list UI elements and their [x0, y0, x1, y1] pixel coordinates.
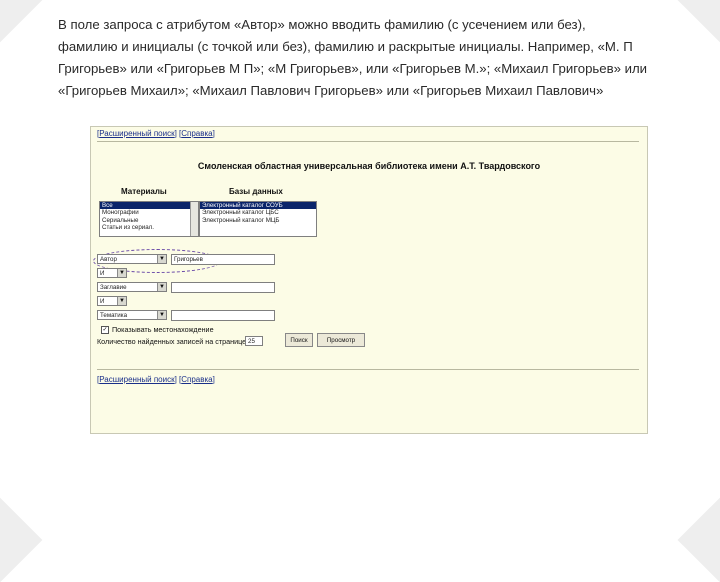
- query-input[interactable]: [171, 310, 275, 321]
- slide-paragraph: В поле запроса с атрибутом «Автор» можно…: [58, 14, 698, 102]
- show-location-row: ✓ Показывать местонахождение: [101, 325, 214, 335]
- catalog-search-screenshot: [Расширенный поиск] [Справка] Смоленская…: [90, 126, 648, 434]
- materials-listbox[interactable]: Все Монографии Сериальные Статьи из сери…: [99, 201, 199, 237]
- divider: [97, 141, 639, 142]
- paragraph-line: Григорьев» или «Григорьев М П»; «М Григо…: [58, 61, 648, 76]
- attribute-select[interactable]: Заглавие ▼: [97, 282, 167, 292]
- attribute-select[interactable]: Автор ▼: [97, 254, 167, 264]
- databases-header: Базы данных: [229, 187, 283, 196]
- count-label: Количество найденных записей на странице: [97, 337, 247, 346]
- logic-select[interactable]: И ▼: [97, 268, 127, 278]
- show-location-checkbox[interactable]: ✓: [101, 326, 109, 335]
- help-link[interactable]: Справка: [181, 375, 212, 384]
- paragraph-line: В поле запроса с атрибутом «Автор» можно…: [58, 17, 586, 32]
- list-item[interactable]: Статьи из сериал.: [100, 224, 198, 231]
- select-value: Заглавие: [100, 284, 127, 291]
- extended-search-link[interactable]: Расширенный поиск: [99, 129, 174, 138]
- top-nav: [Расширенный поиск] [Справка]: [97, 129, 215, 138]
- input-value: Григорьев: [174, 256, 203, 263]
- corner-decoration: [0, 0, 43, 43]
- list-item[interactable]: Электронный каталог СОУБ: [200, 202, 316, 210]
- databases-listbox[interactable]: Электронный каталог СОУБ Электронный кат…: [199, 201, 317, 237]
- select-value: И: [100, 270, 105, 277]
- paragraph-line: фамилию и инициалы (с точкой или без), ф…: [58, 39, 633, 54]
- library-title: Смоленская областная универсальная библи…: [197, 161, 541, 171]
- select-value: И: [100, 298, 105, 305]
- chevron-down-icon: ▼: [157, 283, 166, 291]
- count-input[interactable]: 25: [245, 336, 263, 346]
- query-input[interactable]: [171, 282, 275, 293]
- search-button[interactable]: Поиск: [285, 333, 313, 347]
- paragraph-line: «Григорьев Михаил»; «Михаил Павлович Гри…: [58, 83, 604, 98]
- list-item[interactable]: Все: [100, 202, 198, 210]
- attribute-select[interactable]: Тематика ▼: [97, 310, 167, 320]
- chevron-down-icon: ▼: [157, 311, 166, 319]
- list-item[interactable]: Сериальные: [100, 217, 198, 224]
- materials-header: Материалы: [121, 187, 167, 196]
- select-value: Автор: [100, 256, 117, 263]
- chevron-down-icon: ▼: [157, 255, 166, 263]
- browse-button[interactable]: Просмотр: [317, 333, 365, 347]
- help-link[interactable]: Справка: [181, 129, 212, 138]
- show-location-label: Показывать местонахождение: [112, 325, 214, 334]
- extended-search-link[interactable]: Расширенный поиск: [99, 375, 174, 384]
- bottom-nav: [Расширенный поиск] [Справка]: [97, 375, 215, 384]
- list-item[interactable]: Электронный каталог ЦБС: [200, 209, 316, 216]
- chevron-down-icon: ▼: [117, 269, 126, 277]
- logic-select[interactable]: И ▼: [97, 296, 127, 306]
- query-input[interactable]: Григорьев: [171, 254, 275, 265]
- list-item[interactable]: Монографии: [100, 209, 198, 216]
- divider: [97, 369, 639, 370]
- chevron-down-icon: ▼: [117, 297, 126, 305]
- scrollbar[interactable]: [190, 202, 198, 236]
- select-value: Тематика: [100, 312, 128, 319]
- list-item[interactable]: Электронный каталог МЦБ: [200, 217, 316, 224]
